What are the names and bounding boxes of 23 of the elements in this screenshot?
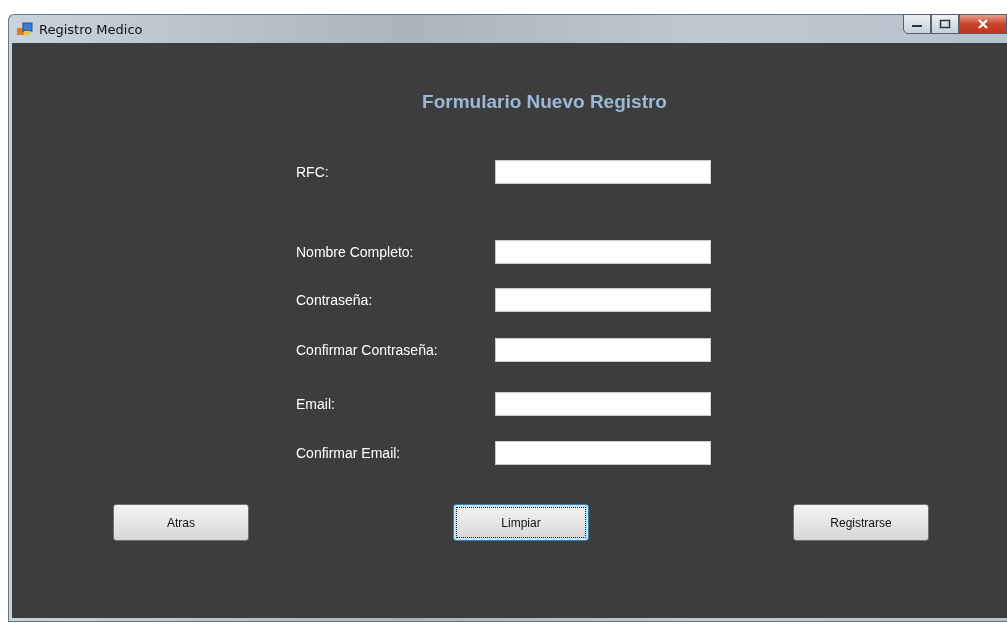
form-heading: Formulario Nuevo Registro [422,91,667,113]
input-field[interactable] [495,160,711,184]
input-field[interactable] [495,392,711,416]
field-label: Email: [296,396,336,412]
close-button[interactable] [959,14,1007,34]
input-field[interactable] [495,288,711,312]
field-label: Confirmar Contraseña: [296,342,439,358]
action-button[interactable]: Limpiar [453,504,589,541]
maximize-icon [939,19,951,29]
field-label: RFC: [296,164,330,180]
action-button[interactable]: Registrarse [793,504,929,541]
field-label: Contraseña: [296,292,374,308]
field-label: Nombre Completo: [296,244,415,260]
input-field[interactable] [495,441,711,465]
input-field[interactable] [495,240,711,264]
minimize-button[interactable] [903,14,931,34]
input-field[interactable] [495,338,711,362]
action-button[interactable]: Atras [113,504,249,541]
window-title: Registro Medico [39,21,143,37]
close-icon [977,19,989,29]
field-label: Confirmar Email: [296,445,402,461]
maximize-button[interactable] [931,14,959,34]
window-icon [17,22,33,36]
